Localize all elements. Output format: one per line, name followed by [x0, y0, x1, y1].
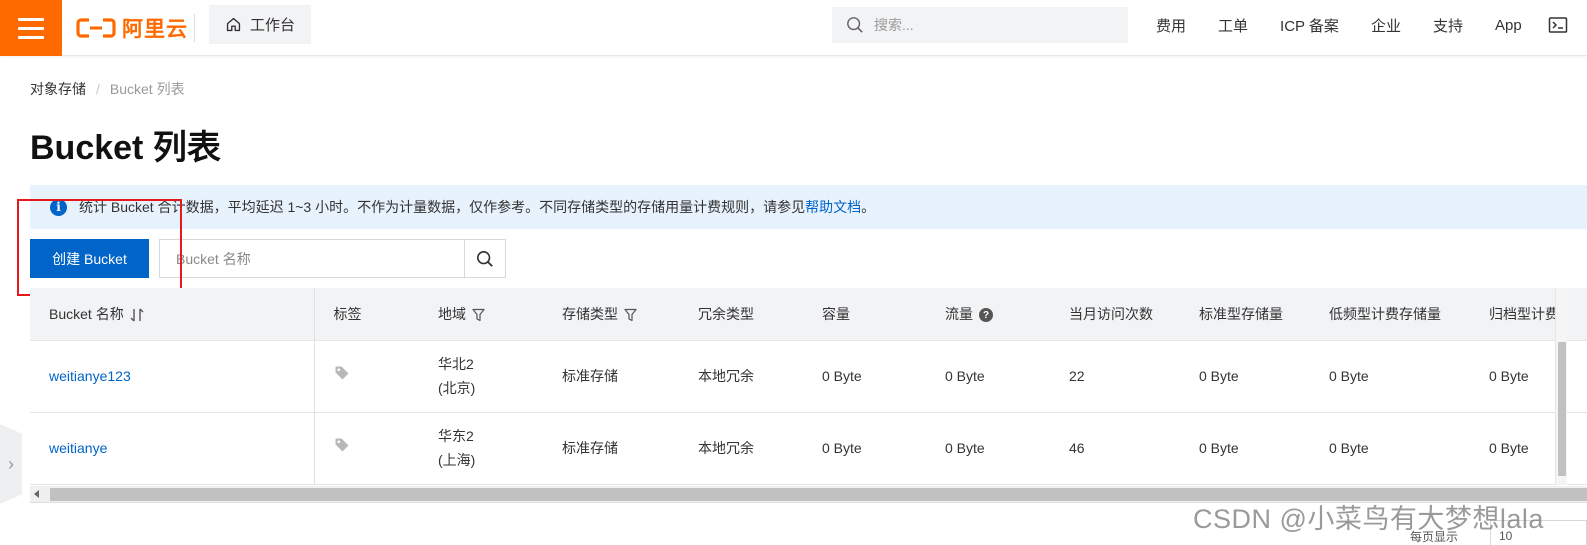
vertical-scrollbar[interactable]	[1555, 288, 1567, 485]
bucket-search-button[interactable]	[464, 240, 505, 277]
bucket-name-link[interactable]: weitianye123	[49, 368, 131, 384]
help-icon[interactable]: ?	[979, 308, 993, 323]
filter-icon[interactable]	[472, 308, 485, 322]
vertical-scrollbar-thumb[interactable]	[1558, 342, 1566, 476]
column-header-standard-storage: 标准型存储量	[1180, 288, 1310, 341]
bucket-name-cell: weitianye	[30, 412, 315, 485]
sort-icon[interactable]	[130, 308, 144, 322]
standard-storage-cell: 0 Byte	[1180, 340, 1310, 413]
info-notice: i 统计 Bucket 合计数据，平均延迟 1~3 小时。不作为计量数据，仅作参…	[30, 185, 1587, 229]
watermark: CSDN @小菜鸟有大梦想lala	[1193, 504, 1544, 534]
create-bucket-button[interactable]: 创建 Bucket	[30, 239, 149, 278]
standard-storage-cell: 0 Byte	[1180, 412, 1310, 485]
bucket-table-container: Bucket 名称 标签 地域 存储类型 冗余类型 容量 流量? 当月访问次数 …	[30, 288, 1587, 485]
bucket-search	[159, 239, 506, 278]
table-header-row: Bucket 名称 标签 地域 存储类型 冗余类型 容量 流量? 当月访问次数 …	[30, 288, 1587, 341]
breadcrumb-oss[interactable]: 对象存储	[30, 79, 86, 99]
region-cell: 华东2 (上海)	[419, 412, 543, 485]
tag-icon[interactable]	[334, 365, 350, 381]
region-name: 华东2	[438, 428, 474, 444]
top-nav-links: 费用 工单 ICP 备案 企业 支持 App	[1140, 0, 1587, 50]
nav-link-enterprise[interactable]: 企业	[1355, 15, 1417, 36]
aliyun-logo[interactable]: 阿里云	[76, 12, 188, 44]
column-header-bucket-name[interactable]: Bucket 名称	[30, 288, 315, 341]
notice-text-wrap: 统计 Bucket 合计数据，平均延迟 1~3 小时。不作为计量数据，仅作参考。…	[79, 197, 875, 217]
global-search-input[interactable]	[874, 17, 1104, 33]
scroll-left-arrow-icon[interactable]	[34, 490, 39, 498]
breadcrumb: 对象存储 / Bucket 列表	[30, 79, 185, 99]
column-header-ia-storage: 低频型计费存储量	[1310, 288, 1470, 341]
workbench-label: 工作台	[250, 17, 296, 34]
chevron-right-icon: ›	[8, 453, 14, 474]
column-header-label: Bucket 名称	[49, 305, 124, 322]
breadcrumb-separator: /	[96, 81, 100, 97]
redundancy-cell: 本地冗余	[679, 340, 803, 413]
region-cell: 华北2 (北京)	[419, 340, 543, 413]
nav-link-support[interactable]: 支持	[1417, 15, 1479, 36]
table-row: weitianye 华东2 (上海) 标准存储 本地冗余 0 Byte 0 Byt…	[30, 412, 1587, 485]
redundancy-cell: 本地冗余	[679, 412, 803, 485]
nav-link-app[interactable]: App	[1479, 17, 1538, 34]
column-header-archive-storage: 归档型计费	[1470, 288, 1587, 341]
column-header-tags: 标签	[314, 288, 419, 341]
logo-divider	[194, 14, 195, 42]
bucket-name-search-input[interactable]	[160, 240, 464, 277]
info-icon: i	[50, 198, 67, 216]
bucket-name-cell: weitianye123	[30, 340, 315, 413]
column-header-monthly-visits: 当月访问次数	[1050, 288, 1180, 341]
tag-cell	[314, 412, 419, 485]
archive-storage-cell: 0 Byte	[1470, 412, 1587, 485]
filter-icon[interactable]	[624, 308, 637, 322]
help-doc-link[interactable]: 帮助文档	[805, 199, 861, 215]
breadcrumb-current: Bucket 列表	[109, 81, 185, 97]
bucket-table: Bucket 名称 标签 地域 存储类型 冗余类型 容量 流量? 当月访问次数 …	[30, 288, 1587, 485]
column-header-label: 流量	[945, 305, 973, 322]
region-city: (上海)	[438, 452, 476, 468]
column-header-traffic: 流量?	[926, 288, 1050, 341]
traffic-cell: 0 Byte	[926, 412, 1050, 485]
nav-link-tickets[interactable]: 工单	[1202, 15, 1264, 36]
home-icon	[226, 17, 241, 32]
capacity-cell: 0 Byte	[803, 340, 926, 413]
nav-link-icp[interactable]: ICP 备案	[1264, 15, 1355, 36]
column-header-capacity: 容量	[803, 288, 926, 341]
sidebar-expand-button[interactable]: ›	[0, 424, 22, 504]
tag-icon[interactable]	[334, 437, 350, 453]
traffic-cell: 0 Byte	[926, 340, 1050, 413]
region-name: 华北2	[438, 356, 474, 372]
visits-cell: 46	[1050, 412, 1180, 485]
table-row: weitianye123 华北2 (北京) 标准存储 本地冗余 0 Byte 0 …	[30, 340, 1587, 413]
notice-suffix: 。	[861, 199, 876, 215]
ia-storage-cell: 0 Byte	[1310, 412, 1470, 485]
column-header-storage-type[interactable]: 存储类型	[543, 288, 679, 341]
archive-storage-cell: 0 Byte	[1470, 340, 1587, 413]
global-search[interactable]	[832, 7, 1128, 43]
capacity-cell: 0 Byte	[803, 412, 926, 485]
column-header-region[interactable]: 地域	[419, 288, 543, 341]
terminal-icon[interactable]	[1548, 15, 1568, 35]
column-header-redundancy: 冗余类型	[679, 288, 803, 341]
hamburger-menu-button[interactable]	[0, 0, 62, 56]
storage-type-cell: 标准存储	[543, 340, 679, 413]
column-header-label: 存储类型	[562, 305, 618, 322]
bucket-name-link[interactable]: weitianye	[49, 440, 107, 456]
workbench-button[interactable]: 工作台	[209, 5, 311, 44]
aliyun-logo-mark-icon	[76, 17, 116, 39]
logo-text: 阿里云	[122, 18, 188, 41]
storage-type-cell: 标准存储	[543, 412, 679, 485]
search-icon	[847, 17, 863, 33]
visits-cell: 22	[1050, 340, 1180, 413]
tag-cell	[314, 340, 419, 413]
region-city: (北京)	[438, 380, 476, 396]
page-title: Bucket 列表	[30, 129, 221, 167]
column-header-label: 地域	[438, 305, 466, 322]
notice-text: 统计 Bucket 合计数据，平均延迟 1~3 小时。不作为计量数据，仅作参考。…	[79, 199, 806, 215]
nav-link-billing[interactable]: 费用	[1140, 15, 1202, 36]
search-icon	[476, 250, 493, 267]
ia-storage-cell: 0 Byte	[1310, 340, 1470, 413]
top-navigation-bar: 阿里云 工作台 费用 工单 ICP 备案 企业 支持 App	[0, 0, 1587, 56]
